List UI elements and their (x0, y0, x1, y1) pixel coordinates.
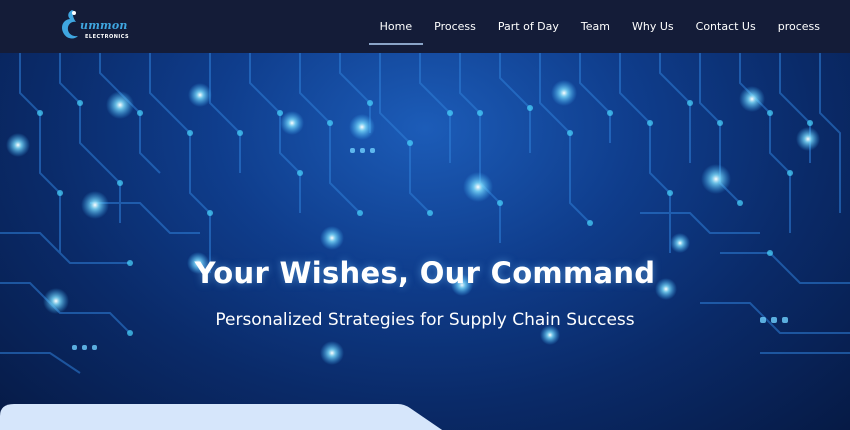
nav-process[interactable]: Process (434, 20, 476, 33)
logo-brand-text: ummon (80, 19, 128, 32)
hero-subheadline: Personalized Strategies for Supply Chain… (215, 310, 635, 330)
hero-section: Your Wishes, Our Command Personalized St… (0, 53, 850, 430)
content-card-top (0, 404, 443, 430)
company-logo[interactable]: ummon ELECTRONICS (58, 8, 138, 46)
nav-team[interactable]: Team (581, 20, 610, 33)
nav-home[interactable]: Home (368, 20, 424, 45)
top-navbar: ummon ELECTRONICS Home Process Part of D… (0, 0, 850, 53)
nav-process-2[interactable]: process (778, 20, 820, 33)
nav-part-of-day[interactable]: Part of Day (498, 20, 559, 33)
circuit-background-image (0, 53, 850, 374)
hero-headline: Your Wishes, Our Command (194, 256, 656, 291)
nav-contact-us[interactable]: Contact Us (696, 20, 756, 33)
logo-subtitle: ELECTRONICS (85, 34, 130, 40)
nav-why-us[interactable]: Why Us (632, 20, 674, 33)
main-menu: Home Process Part of Day Team Why Us Con… (358, 0, 820, 53)
